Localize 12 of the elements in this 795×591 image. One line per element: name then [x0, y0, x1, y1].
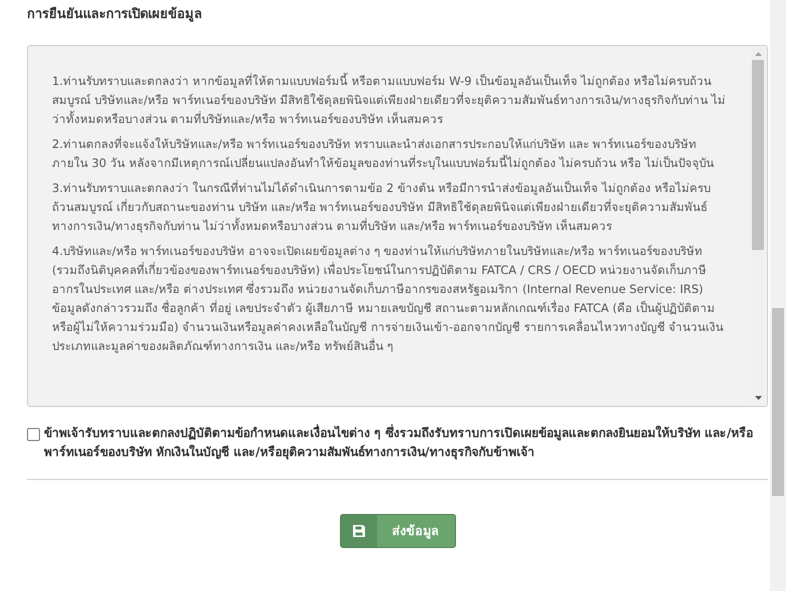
submit-button[interactable]: ส่งข้อมูล [340, 514, 456, 548]
scroll-down-icon[interactable] [754, 396, 762, 400]
agree-checkbox[interactable] [27, 428, 40, 441]
scroll-up-icon[interactable] [754, 52, 762, 56]
agree-label: ข้าพเจ้ารับทราบและตกลงปฏิบัติตามข้อกำหนดและเงื่อนไขต่าง ๆ ซึ่งรวมถึงรับทราบการเปิดเผยข้อมูลและตกลงยินยอมให้บริษัท และ/หรือ พาร์ทเนอร์ของบริษัท หักเงินในบัญชี และ/หรือยุติความสัมพันธ์ทางการเงิน/ทางธุรกิจกับข้าพเจ้า [44, 424, 754, 462]
terms-paragraph: 3.ท่านรับทราบและตกลงว่า ในกรณีที่ท่านไม่ได้ดำเนินการตามข้อ 2 ข้างต้น หรือมีการนำส่งข้อมูลอันเป็นเท็จ ไม่ถูกต้อง หรือไม่ครบถ้วนสมบูรณ์ เกี่ยวกับสถานะของท่าน บริษัท และ/หรือ พาร์ทเนอร์ของบริษัท มีสิทธิใช้ดุลยพินิจแต่เพียงฝ่ายเดียวที่จะยุติความสัมพันธ์ทางการเงิน/ทางธุรกิจกับท่าน ไม่ว่าทั้งหมดหรือบางส่วน ตามที่บริษัท และ/หรือ พาร์ทเนอร์ของบริษัท เห็นสมควร [52, 179, 712, 235]
section-title: การยืนยันและการเปิดเผยข้อมูล [27, 6, 203, 24]
terms-paragraph: 2.ท่านตกลงที่จะแจ้งให้บริษัทและ/หรือ พาร์ทเนอร์ของบริษัท ทราบและนำส่งเอกสารประกอบให้แก่บริษัท และ พาร์ทเนอร์ของบริษัท ภายใน 30 วัน หลังจากมีเหตุการณ์เปลี่ยนแปลงอันทำให้ข้อมูลของท่านที่ระบุในแบบฟอร์มนี้ไม่ถูกต้อง ไม่ครบถ้วน หรือ ไม่เป็นปัจจุบัน [52, 135, 715, 172]
save-icon [352, 524, 366, 538]
terms-paragraph: 4.บริษัทและ/หรือ พาร์ทเนอร์ของบริษัท อาจจะเปิดเผยข้อมูลต่าง ๆ ของท่านให้แก่บริษัทภายในบริษัทและ/หรือ พาร์ทเนอร์ของบริษัท (รวมถึงนิติบุคคลที่เกี่ยวข้องของพาร์ทเนอร์ของบริษัท) เพื่อประโยชน์ในการปฏิบัติตาม FATCA / CRS / OECD หน่วยงานจัดเก็บภาษีอากรในประเทศ และ/หรือ ต่างประเทศ ซึ่งรวมถึง หน่วยงานจัดเก็บภาษีอากรของสหรัฐอเมริกา (Internal Revenue Service: IRS) ข้อมูลดังกล่าวรวมถึง ชื่อลูกค้า ที่อยู่ เลขประจำตัว ผู้เสียภาษี หมายเลขบัญชี สถานะตามหลักเกณฑ์เรื่อง FATCA (คือ เป็นผู้ปฏิบัติตาม หรือผู้ไม่ให้ความร่วมมือ) จำนวนเงินหรือมูลค่าคงเหลือในบัญชี การจ่ายเงินเข้า-ออกจากบัญชี รายการเคลื่อนไหวทางบัญชี จำนวนเงิน ประเภทและมูลค่าของผลิตภัณฑ์ทางการเงิน และ/หรือ ทรัพย์สินอื่น ๆ [52, 243, 724, 355]
page-scrollbar[interactable] [770, 0, 786, 591]
terms-paragraph: 1.ท่านรับทราบและตกลงว่า หากข้อมูลที่ให้ตามแบบฟอร์มนี้ หรือตามแบบฟอร์ม W-9 เป็นข้อมูลอันเป็นเท็จ ไม่ถูกต้อง หรือไม่ครบถ้วนสมบูรณ์ บริษัทและ/หรือ พาร์ทเนอร์ของบริษัท มีสิทธิใช้ดุลยพินิจแต่เพียงฝ่ายเดียวที่จะยุติความสัมพันธ์ทางการเงิน/ทางธุรกิจกับท่าน ไม่ว่าทั้งหมดหรือบางส่วน ตามที่บริษัทและ/หรือ พาร์ทเนอร์ของบริษัท เห็นสมควร [52, 72, 727, 128]
